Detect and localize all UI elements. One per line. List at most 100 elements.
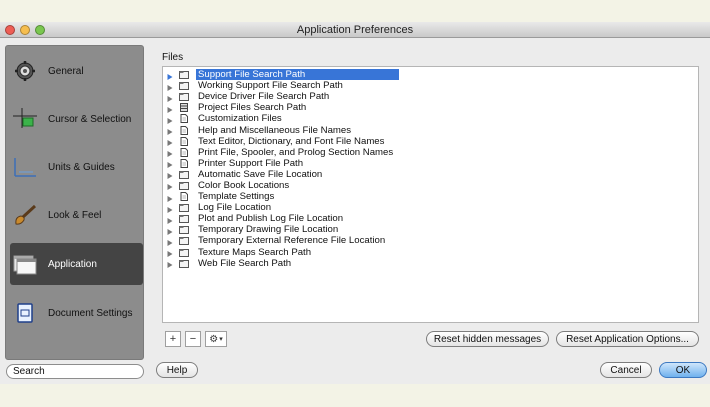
folder-icon (179, 248, 189, 257)
sidebar-item-document-settings[interactable]: Document Settings (6, 292, 143, 334)
tree-row[interactable]: Text Editor, Dictionary, and Font File N… (163, 136, 698, 147)
files-tree[interactable]: Support File Search Path Working Support … (162, 66, 699, 323)
sidebar-item-units-guides[interactable]: Units & Guides (6, 146, 143, 188)
tree-row-label: Web File Search Path (198, 257, 292, 269)
sidebar: General Cursor & Selection Units & Guide… (5, 45, 144, 360)
tree-row-label: Customization Files (198, 113, 282, 125)
tree-row[interactable]: Printer Support File Path (163, 158, 698, 169)
sidebar-item-label: Document Settings (48, 307, 133, 319)
sidebar-item-label: General (48, 65, 84, 77)
disclosure-triangle-icon[interactable] (167, 116, 173, 124)
folder-icon (179, 225, 189, 235)
folder-icon (179, 214, 189, 224)
tree-row-label: Help and Miscellaneous File Names (198, 124, 352, 136)
folder-icon (179, 259, 189, 268)
tree-row[interactable]: Template Settings (163, 191, 698, 202)
tree-row[interactable]: Color Book Locations (163, 180, 698, 191)
file-icon (179, 158, 189, 168)
reset-hidden-messages-button[interactable]: Reset hidden messages (426, 331, 549, 347)
tree-row[interactable]: Help and Miscellaneous File Names (163, 124, 698, 136)
add-button[interactable]: + (165, 331, 181, 347)
ruler-icon (13, 155, 37, 179)
tree-row[interactable]: Customization Files (163, 113, 698, 124)
reset-application-options-button[interactable]: Reset Application Options... (556, 331, 699, 347)
tree-row[interactable]: Print File, Spooler, and Prolog Section … (163, 147, 698, 158)
disclosure-triangle-icon[interactable] (167, 238, 173, 246)
chevron-down-icon: ▾ (219, 336, 223, 343)
tree-row-label: Temporary External Reference File Locati… (198, 235, 386, 247)
tree-row-label: Template Settings (198, 191, 275, 203)
disclosure-triangle-icon[interactable] (167, 260, 173, 269)
tree-row[interactable]: Device Driver File Search Path (163, 91, 698, 102)
sidebar-item-label: Units & Guides (48, 161, 115, 173)
cancel-button[interactable]: Cancel (600, 362, 652, 378)
folder-icon (179, 92, 189, 102)
tree-row-label: Support File Search Path (196, 69, 399, 81)
disclosure-triangle-icon[interactable] (167, 72, 173, 80)
cabinet-icon (179, 103, 189, 113)
sidebar-item-look-feel[interactable]: Look & Feel (6, 194, 143, 236)
folder-icon (179, 81, 189, 91)
disclosure-triangle-icon[interactable] (167, 138, 173, 147)
tree-row[interactable]: Automatic Save File Location (163, 169, 698, 180)
tree-row-label: Texture Maps Search Path (198, 246, 312, 258)
help-button[interactable]: Help (156, 362, 198, 378)
tree-row-label: Project Files Search Path (198, 102, 307, 114)
tree-row-label: Temporary Drawing File Location (198, 224, 339, 236)
tree-row[interactable]: Project Files Search Path (163, 102, 698, 113)
folder-icon (179, 170, 189, 179)
gear-icon (13, 59, 37, 83)
disclosure-triangle-icon[interactable] (167, 194, 173, 202)
tree-row[interactable]: Texture Maps Search Path (163, 247, 698, 258)
file-icon (179, 147, 189, 157)
disclosure-triangle-icon[interactable] (167, 94, 173, 102)
tree-row-label: Color Book Locations (198, 179, 290, 191)
tree-row-label: Device Driver File Search Path (198, 91, 330, 103)
remove-button[interactable]: − (185, 331, 201, 347)
disclosure-triangle-icon[interactable] (167, 149, 173, 158)
document-icon (13, 301, 37, 325)
file-icon (179, 125, 189, 135)
sidebar-item-application[interactable]: Application (10, 243, 143, 285)
sidebar-item-cursor-selection[interactable]: Cursor & Selection (6, 98, 143, 140)
disclosure-triangle-icon[interactable] (167, 105, 173, 113)
sidebar-item-general[interactable]: General (6, 50, 143, 92)
tree-row[interactable]: Working Support File Search Path (163, 80, 698, 91)
sidebar-item-label: Look & Feel (48, 209, 102, 221)
tree-row[interactable]: Web File Search Path (163, 258, 698, 269)
tree-row[interactable]: Temporary External Reference File Locati… (163, 235, 698, 246)
title-bar[interactable]: Application Preferences (0, 22, 710, 38)
file-icon (179, 136, 189, 146)
folder-icon (179, 181, 189, 190)
tree-row-label: Printer Support File Path (198, 157, 304, 169)
folder-icon (179, 70, 189, 80)
tree-row[interactable]: Log File Location (163, 202, 698, 213)
tree-row[interactable]: Temporary Drawing File Location (163, 224, 698, 235)
search-input[interactable] (6, 364, 144, 379)
disclosure-triangle-icon[interactable] (167, 249, 173, 258)
disclosure-triangle-icon[interactable] (167, 83, 173, 91)
action-menu-button[interactable]: ⚙ ▾ (205, 331, 227, 347)
tree-row-label: Print File, Spooler, and Prolog Section … (198, 146, 394, 158)
tree-row[interactable]: Support File Search Path (163, 69, 698, 81)
disclosure-triangle-icon[interactable] (167, 205, 173, 213)
sidebar-item-label: Application (48, 258, 97, 270)
ok-button[interactable]: OK (659, 362, 707, 378)
tree-row-label: Text Editor, Dictionary, and Font File N… (198, 135, 385, 147)
disclosure-triangle-icon[interactable] (167, 216, 173, 224)
disclosure-triangle-icon[interactable] (167, 127, 173, 136)
disclosure-triangle-icon[interactable] (167, 227, 173, 235)
application-icon (13, 252, 37, 276)
files-section-label: Files (162, 52, 184, 63)
cursor-icon (13, 107, 37, 131)
file-icon (179, 192, 189, 202)
disclosure-triangle-icon[interactable] (167, 171, 173, 180)
sidebar-item-label: Cursor & Selection (48, 113, 132, 125)
tree-row-label: Plot and Publish Log File Location (198, 213, 344, 225)
paintbrush-icon (13, 203, 37, 227)
tree-row[interactable]: Plot and Publish Log File Location (163, 213, 698, 224)
disclosure-triangle-icon[interactable] (167, 182, 173, 191)
file-icon (179, 114, 189, 124)
window-title: Application Preferences (296, 24, 414, 36)
disclosure-triangle-icon[interactable] (167, 160, 173, 169)
